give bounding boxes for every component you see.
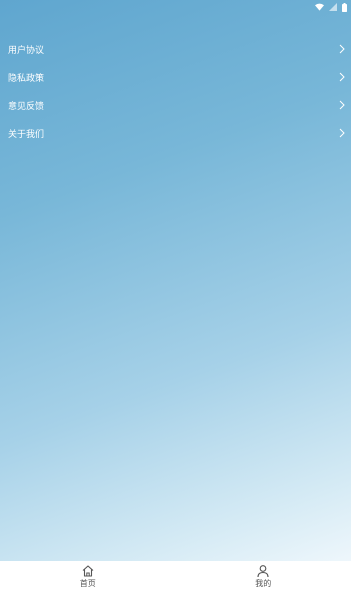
tab-home-label: 首页 <box>79 578 96 588</box>
home-icon <box>82 564 94 577</box>
tab-mine[interactable]: 我的 <box>176 561 351 591</box>
chevron-right-icon <box>339 72 345 82</box>
menu-item-label: 用户协议 <box>8 45 45 56</box>
signal-icon <box>329 3 337 11</box>
menu-item-label: 关于我们 <box>8 129 45 140</box>
menu-item-label: 意见反馈 <box>8 101 45 112</box>
chevron-right-icon <box>339 128 345 138</box>
chevron-right-icon <box>339 44 345 54</box>
status-bar <box>0 0 351 14</box>
menu-item-label: 隐私政策 <box>8 73 45 84</box>
chevron-right-icon <box>339 100 345 110</box>
menu-item-about-us[interactable]: 关于我们 <box>0 119 351 147</box>
menu-item-user-agreement[interactable]: 用户协议 <box>0 35 351 63</box>
tab-mine-label: 我的 <box>255 578 272 588</box>
user-icon <box>257 564 269 577</box>
battery-icon <box>342 2 347 12</box>
bottom-tab-bar: 首页 我的 <box>0 561 351 591</box>
wifi-icon <box>315 3 324 11</box>
menu-item-feedback[interactable]: 意见反馈 <box>0 91 351 119</box>
tab-home[interactable]: 首页 <box>0 561 176 591</box>
menu-item-privacy-policy[interactable]: 隐私政策 <box>0 63 351 91</box>
profile-screen: 用户协议 隐私政策 意见反馈 关于我们 首页 我的 <box>0 0 351 591</box>
settings-menu: 用户协议 隐私政策 意见反馈 关于我们 <box>0 35 351 147</box>
